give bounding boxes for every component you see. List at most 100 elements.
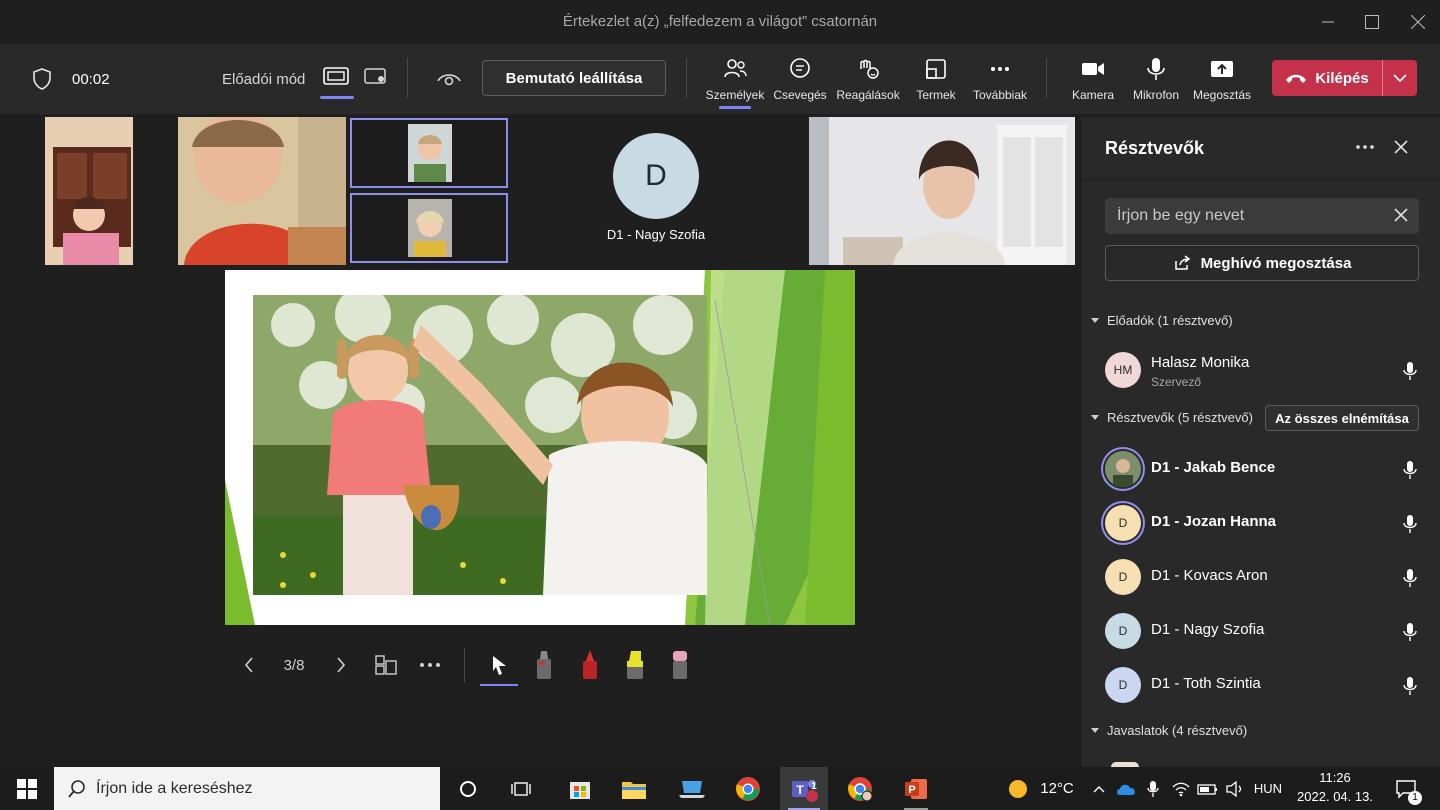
participant-search [1105,198,1419,234]
close-icon[interactable] [1391,137,1411,157]
toolbar-share[interactable]: Megosztás [1182,56,1262,102]
participant-row[interactable]: HM Halasz Monika Szervező [1081,344,1440,396]
task-view-icon[interactable] [504,767,538,810]
participant-row[interactable]: D D1 - Toth Szintia [1081,659,1440,711]
camera-icon [1079,56,1107,82]
share-icon [1174,255,1190,270]
avatar: D [1105,559,1141,595]
laptop-app-icon[interactable] [674,767,710,810]
weather-sun-icon[interactable] [1004,767,1032,810]
presentation-slide [225,270,855,625]
chrome-icon[interactable] [730,767,766,810]
invite-label: Meghívó megosztása [1200,254,1352,272]
grid-view-icon[interactable] [372,648,400,682]
shield-icon[interactable] [30,67,54,91]
chevron-down-icon [1091,318,1099,323]
maximize-icon[interactable] [1352,6,1392,38]
toolbar-label: Kamera [1071,88,1115,102]
participant-role: Szervező [1151,375,1202,389]
panel-divider [1081,179,1440,180]
battery-icon[interactable] [1196,767,1220,810]
taskbar-search[interactable]: Írjon ide a kereséshez [54,767,440,810]
avatar: D [613,133,699,219]
more-icon [986,56,1014,82]
minimize-icon[interactable] [1308,6,1348,38]
participant-name: D1 - Nagy Szofia [1151,621,1265,638]
volume-icon[interactable] [1224,767,1246,810]
taskbar-clock[interactable]: 11:26 2022. 04. 13. [1290,769,1380,809]
onedrive-icon[interactable] [1114,767,1138,810]
search-icon [68,779,85,798]
chevron-up-icon[interactable] [1090,767,1108,810]
toolbar-label: Reagálások [836,88,900,102]
microphone-icon [1403,515,1417,533]
participant-row[interactable]: D D1 - Jozan Hanna [1081,497,1440,549]
video-tile-boy-small[interactable] [350,118,508,188]
participant-name: D1 - Jozan Hanna [1151,513,1277,530]
video-tile-girl-room[interactable] [45,117,133,265]
search-input[interactable] [1117,198,1377,234]
suggestions-section-toggle[interactable]: Javaslatok (4 résztvevő) [1091,723,1247,738]
title-bar: Értekezlet a(z) „felfedezem a világot” c… [0,0,1440,44]
video-tile-presenter[interactable] [809,117,1075,265]
chrome-profile-icon[interactable] [842,767,878,810]
toolbar-divider [686,58,687,98]
microphone-icon [1142,56,1170,82]
share-invite-button[interactable]: Meghívó megosztása [1105,245,1419,281]
store-icon[interactable] [562,767,598,810]
clock-time: 11:26 [1319,770,1351,785]
avatar: D [1105,505,1141,541]
chevron-down-icon [1091,415,1099,420]
windows-start-icon[interactable] [8,767,46,810]
pen-black-icon[interactable] [530,648,558,682]
eye-icon[interactable] [436,69,462,89]
file-explorer-icon[interactable] [616,767,652,810]
notification-icon[interactable]: 1 [1390,767,1422,810]
toolbar-label: Csevegés [773,88,827,102]
previous-slide-icon[interactable] [236,648,262,682]
hang-up-icon [1286,74,1307,83]
slide-photo [253,295,707,595]
next-slide-icon[interactable] [328,648,354,682]
pointer-tool-icon[interactable] [484,648,514,682]
clear-search-icon[interactable] [1393,207,1409,223]
presenters-section-toggle[interactable]: Előadók (1 résztvevő) [1091,313,1233,328]
input-language[interactable]: HUN [1250,767,1286,810]
eraser-icon[interactable] [666,648,694,682]
pen-red-icon[interactable] [576,648,604,682]
participant-row[interactable]: D D1 - Kovacs Aron [1081,551,1440,603]
more-options-icon[interactable] [1355,137,1375,157]
microphone-tray-icon[interactable] [1142,767,1164,810]
teams-icon[interactable]: T 1 [780,767,828,810]
toolbar-more[interactable]: Továbbiak [960,56,1040,102]
section-label: Javaslatok (4 résztvevő) [1107,723,1248,738]
stop-presenting-button[interactable]: Bemutató leállítása [482,60,666,96]
section-label: Előadók (1 résztvevő) [1107,313,1233,328]
standout-mode-icon[interactable] [362,66,390,88]
close-window-icon[interactable] [1398,6,1438,38]
participant-name: D1 - Kovacs Aron [1151,567,1268,584]
mute-all-button[interactable]: Az összes elnémítása [1265,405,1419,431]
highlighter-icon[interactable] [620,648,650,682]
content-only-mode-icon[interactable] [322,66,350,88]
leave-button[interactable]: Kilépés [1272,60,1382,96]
weather-temperature[interactable]: 12°C [1036,767,1078,810]
cortana-icon[interactable] [452,767,484,810]
toolbar-label: Megosztás [1192,88,1252,102]
attendees-section-toggle[interactable]: Résztvevők (5 résztvevő) [1091,410,1253,425]
video-tile-girl-small[interactable] [350,193,508,263]
people-icon [721,56,749,82]
participant-row[interactable]: D D1 - Nagy Szofia [1081,605,1440,657]
share-icon [1208,56,1236,82]
more-options-icon[interactable] [416,648,444,682]
participant-row[interactable]: D1 - Jakab Bence [1081,443,1440,495]
wifi-icon[interactable] [1170,767,1192,810]
avatar [1105,451,1141,487]
rooms-icon [922,56,950,82]
avatar: HM [1105,352,1141,388]
controls-divider [464,648,465,682]
powerpoint-icon[interactable]: P [898,767,934,810]
video-tile-boy-hoodie[interactable] [178,117,346,265]
chevron-down-icon[interactable] [1383,60,1417,96]
panel-title: Résztvevők [1105,138,1205,158]
